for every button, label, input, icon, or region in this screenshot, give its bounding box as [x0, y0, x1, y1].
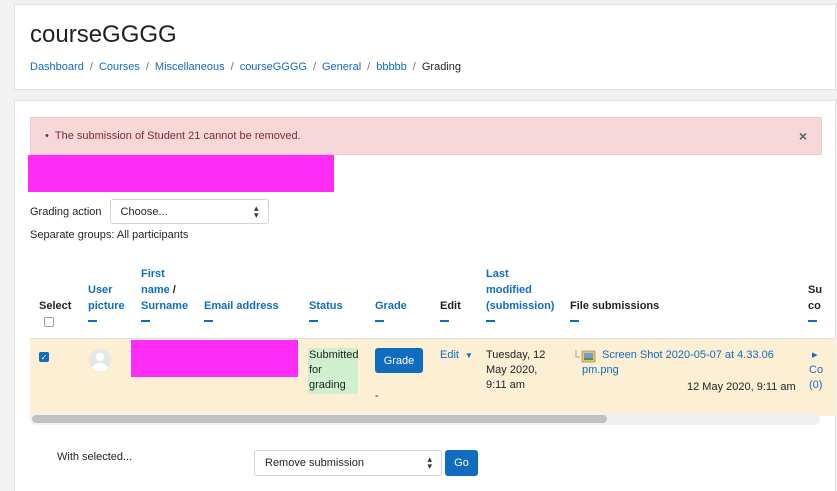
redacted-area — [28, 155, 334, 192]
close-icon[interactable]: × — [799, 128, 807, 144]
breadcrumb-separator: / — [312, 61, 316, 73]
breadcrumb-current: Grading — [421, 61, 461, 73]
collapse-icon[interactable] — [440, 320, 449, 322]
status-line3: grading — [309, 379, 346, 391]
last-modified: Tuesday, 12 May 2020, 9:11 am — [486, 348, 545, 393]
caret-down-icon: ▼ — [465, 351, 473, 360]
last-modified-line1: Tuesday, 12 — [486, 349, 546, 361]
file-date: 12 May 2020, 9:11 am — [687, 381, 796, 393]
header-edit: Edit — [440, 298, 461, 322]
header-slash: / — [169, 284, 176, 296]
grading-action-select[interactable]: Choose... ▴ ▾ — [109, 199, 269, 224]
header-status[interactable]: Status — [309, 298, 343, 322]
collapse-icon[interactable] — [141, 320, 150, 322]
file-name-line2: pm.png — [582, 364, 619, 376]
submissions-table: Select User picture First name / Surname… — [30, 256, 836, 426]
header-user-picture[interactable]: User picture — [88, 282, 125, 322]
header-last-modified[interactable]: Last modified (submission) — [486, 266, 554, 322]
select-caret-icon: ▴ ▾ — [254, 203, 259, 220]
breadcrumb-dashboard[interactable]: Dashboard — [30, 61, 84, 73]
breadcrumb-assignment[interactable]: bbbbb — [376, 61, 407, 73]
file-name-line1: Screen Shot 2020-05-07 at 4.33.06 — [602, 349, 774, 361]
header-surname[interactable]: Surname — [141, 298, 188, 314]
redacted-name-email — [131, 340, 298, 377]
scrollbar-thumb[interactable] — [32, 415, 607, 423]
collapse-icon[interactable] — [486, 320, 495, 322]
header-edit-label: Edit — [440, 300, 461, 312]
breadcrumb-courses[interactable]: Courses — [99, 61, 140, 73]
header-last-modified-line2: modified — [486, 284, 532, 296]
breadcrumb-separator: / — [367, 61, 371, 73]
select-caret-icon: ▴ ▾ — [427, 454, 432, 471]
header-status-label: Status — [309, 300, 343, 312]
last-modified-line3: 9:11 am — [486, 379, 525, 391]
collapse-icon[interactable] — [88, 320, 97, 322]
header-user-picture-line1: User — [88, 284, 113, 296]
status-line2: for — [309, 364, 322, 376]
header-file-submissions: File submissions — [570, 298, 659, 322]
comments-line1: Co — [809, 364, 824, 376]
row-select-checkbox[interactable]: ✓ — [39, 352, 49, 362]
select-all-checkbox[interactable] — [44, 317, 54, 327]
grading-panel: • The submission of Student 21 cannot be… — [14, 100, 836, 491]
bulk-action-value: Remove submission — [265, 457, 365, 469]
breadcrumb-separator: / — [230, 61, 234, 73]
grade-button[interactable]: Grade — [375, 348, 423, 373]
bulk-action-select[interactable]: Remove submission ▴ ▾ — [254, 450, 442, 476]
horizontal-scrollbar[interactable] — [30, 413, 820, 425]
status-badge: Submitted for grading — [308, 348, 359, 394]
comments-toggle[interactable]: ▸ Co (0) — [809, 348, 823, 393]
collapse-icon[interactable] — [309, 320, 318, 322]
grade-value: - — [375, 390, 379, 402]
header-grade-label: Grade — [375, 300, 407, 312]
grading-action-label: Grading action — [30, 205, 102, 218]
status-line1: Submitted — [309, 349, 359, 361]
last-modified-line2: May 2020, — [486, 364, 538, 376]
header-submission-comments-line2: co — [808, 300, 821, 312]
header-user-picture-line2: picture — [88, 300, 125, 312]
breadcrumb-separator: / — [412, 61, 416, 73]
header-name-word[interactable]: name — [141, 284, 170, 296]
with-selected-label: With selected... — [57, 451, 133, 463]
go-button[interactable]: Go — [445, 450, 478, 476]
page-title: courseGGGG — [30, 21, 177, 48]
expand-icon: ▸ — [812, 349, 818, 361]
header-name: First name / Surname — [141, 266, 188, 322]
page-header: courseGGGG Dashboard / Courses / Miscell… — [14, 4, 836, 90]
breadcrumb-separator: / — [89, 61, 93, 73]
collapse-icon[interactable] — [808, 320, 817, 322]
avatar[interactable] — [89, 349, 111, 371]
table-row: ✓ Submitted for grading Grade - Edit ▼ T… — [30, 338, 836, 416]
breadcrumb-general[interactable]: General — [322, 61, 361, 73]
breadcrumb-course[interactable]: courseGGGG — [240, 61, 307, 73]
grading-action-row: Grading action Choose... ▴ ▾ — [30, 199, 269, 224]
header-select-label: Select — [39, 300, 72, 312]
alert-message: The submission of Student 21 cannot be r… — [54, 130, 301, 142]
header-email[interactable]: Email address — [204, 298, 279, 322]
header-email-label: Email address — [204, 300, 279, 312]
groups-info: Separate groups: All participants — [30, 229, 189, 241]
header-submission-comments-line1: Su — [808, 284, 823, 296]
collapse-icon[interactable] — [375, 320, 384, 322]
header-select: Select — [39, 298, 71, 314]
grading-action-value: Choose... — [120, 205, 168, 218]
collapse-icon[interactable] — [204, 320, 213, 322]
file-submission-link[interactable]: Screen Shot 2020-05-07 at 4.33.06 pm.png — [582, 348, 782, 378]
error-alert: • The submission of Student 21 cannot be… — [30, 117, 822, 155]
breadcrumb: Dashboard / Courses / Miscellaneous / co… — [30, 61, 461, 73]
header-file-submissions-label: File submissions — [570, 300, 660, 312]
collapse-icon[interactable] — [570, 320, 579, 322]
alert-bullet: • — [45, 130, 49, 142]
breadcrumb-separator: / — [145, 61, 149, 73]
header-last-modified-line3: (submission) — [486, 300, 555, 312]
breadcrumb-miscellaneous[interactable]: Miscellaneous — [155, 61, 225, 73]
edit-menu-label: Edit — [440, 349, 459, 361]
comments-line2: (0) — [809, 379, 823, 391]
header-grade[interactable]: Grade — [375, 298, 407, 322]
edit-menu[interactable]: Edit ▼ — [440, 348, 473, 363]
header-submission-comments: Su co — [808, 282, 822, 322]
header-first-name[interactable]: First — [141, 266, 188, 282]
header-last-modified-line1: Last — [486, 268, 509, 280]
